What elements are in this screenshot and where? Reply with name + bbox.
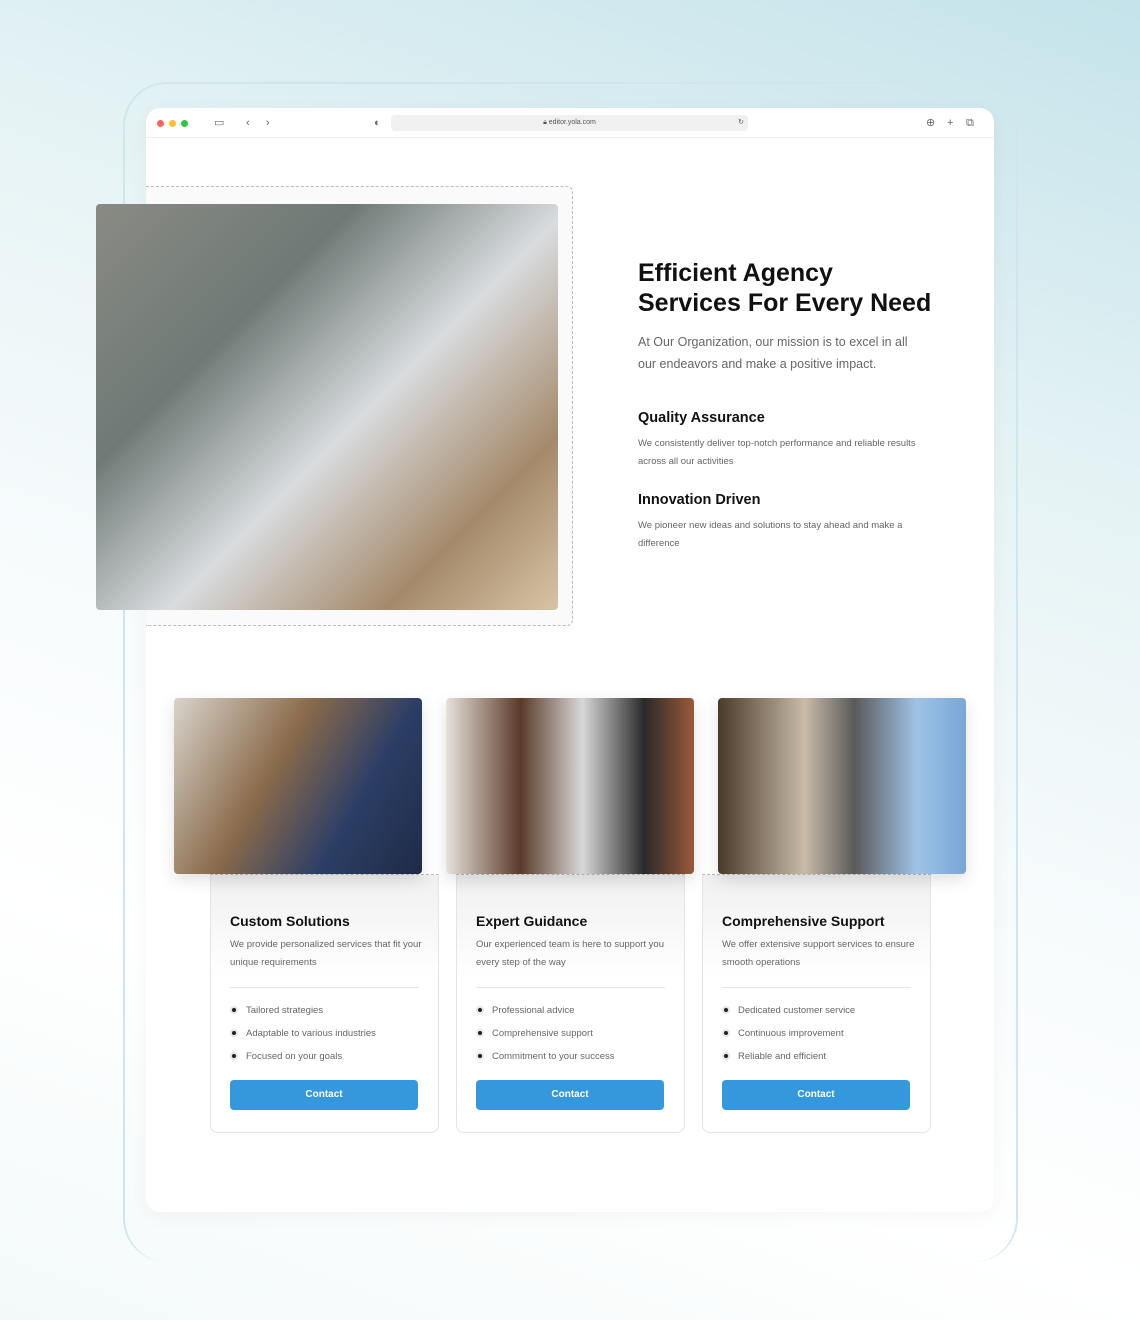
card-photo (446, 698, 694, 874)
list-item: Adaptable to various industries (232, 1028, 376, 1039)
contact-button[interactable]: Contact (476, 1080, 664, 1110)
contact-button[interactable]: Contact (230, 1080, 418, 1110)
card-text: We provide personalized services that fi… (230, 939, 422, 968)
card-photo (718, 698, 966, 874)
reload-icon[interactable]: ↻ (738, 115, 744, 131)
back-icon[interactable]: ‹ (246, 116, 250, 130)
card-title: Comprehensive Support (722, 913, 885, 929)
card-text: We offer extensive support services to e… (722, 939, 915, 968)
list-item: Dedicated customer service (724, 1005, 855, 1016)
list-item: Focused on your goals (232, 1051, 342, 1062)
divider (476, 987, 665, 988)
card-photo (174, 698, 422, 874)
contact-button[interactable]: Contact (722, 1080, 910, 1110)
browser-toolbar: ▭ ‹ › ◐ 🔒︎ editor.yola.com ↻ ⊕ + ⧉ (146, 108, 994, 138)
new-tab-icon[interactable]: + (947, 116, 953, 130)
feature-text: We pioneer new ideas and solutions to st… (638, 520, 903, 549)
forward-icon[interactable]: › (266, 116, 270, 130)
feature-title: Innovation Driven (638, 492, 761, 508)
list-item: Commitment to your success (478, 1051, 614, 1062)
divider (230, 987, 419, 988)
service-card: Custom Solutions We provide personalized… (210, 874, 439, 1133)
list-item: Reliable and efficient (724, 1051, 826, 1062)
hero-lead: At Our Organization, our mission is to e… (638, 335, 908, 371)
list-item: Professional advice (478, 1005, 574, 1016)
service-card: Comprehensive Support We offer extensive… (702, 874, 931, 1133)
url-text: editor.yola.com (548, 119, 596, 126)
list-item: Comprehensive support (478, 1028, 593, 1039)
minimize-dot[interactable] (169, 120, 176, 127)
close-dot[interactable] (157, 120, 164, 127)
card-title: Expert Guidance (476, 913, 588, 929)
hero-photo (96, 204, 558, 610)
address-bar[interactable]: 🔒︎ editor.yola.com ↻ (391, 115, 748, 131)
sidebar-icon[interactable]: ▭ (214, 116, 224, 130)
tabs-icon[interactable]: ⧉ (966, 116, 974, 130)
card-title: Custom Solutions (230, 913, 350, 929)
shield-icon: ◐ (374, 117, 381, 129)
maximize-dot[interactable] (181, 120, 188, 127)
divider (722, 987, 911, 988)
download-icon[interactable]: ⊕ (926, 116, 935, 130)
page-title: Efficient Agency Services For Every Need (638, 259, 932, 317)
service-card: Expert Guidance Our experienced team is … (456, 874, 685, 1133)
feature-text: We consistently deliver top-notch perfor… (638, 438, 916, 467)
card-text: Our experienced team is here to support … (476, 939, 664, 968)
list-item: Continuous improvement (724, 1028, 844, 1039)
feature-title: Quality Assurance (638, 410, 765, 426)
list-item: Tailored strategies (232, 1005, 323, 1016)
